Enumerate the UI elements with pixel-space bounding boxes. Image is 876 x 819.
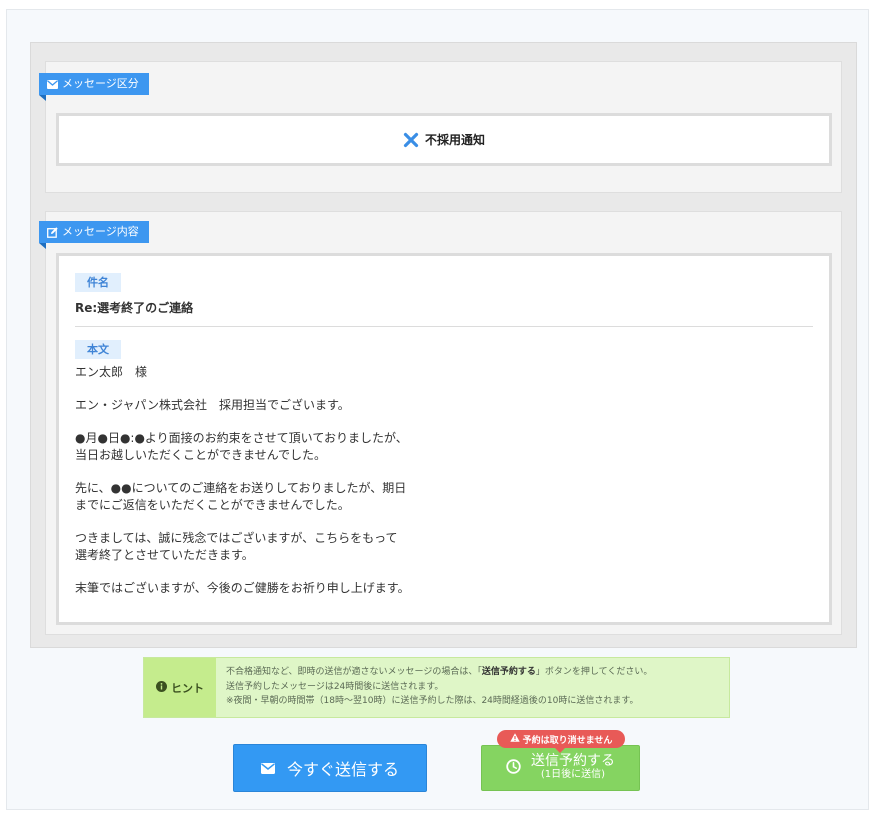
subject-label: 件名	[75, 273, 121, 292]
hint-line-2: 送信予約したメッセージは24時間後に送信されます。	[226, 681, 444, 692]
send-now-label: 今すぐ送信する	[286, 760, 399, 779]
body-paragraph: エン太郎 様	[75, 365, 148, 379]
hint-line-1: 不合格通知など、即時の送信が適さないメッセージの場合は、「送信予約する」ボタンを…	[226, 667, 653, 677]
subject-value: Re:選考終了のご連絡	[75, 301, 194, 315]
hint-text: 不合格通知など、即時の送信が適さないメッセージの場合は、「送信予約する」ボタンを…	[226, 665, 652, 709]
message-kind-option[interactable]: 不採用通知	[56, 113, 832, 166]
message-content-header-label: メッセージ内容	[62, 225, 139, 238]
message-content-header: メッセージ内容	[39, 221, 149, 249]
schedule-warning-badge: 予約は取り消せません	[497, 730, 625, 753]
hint-label: ヒント	[171, 681, 204, 695]
envelope-icon	[47, 79, 58, 89]
message-content-section: メッセージ内容 件名 Re:選考終了のご連絡 本文 エン太郎 様 エン・ジャパン…	[39, 211, 842, 635]
body-paragraph: つきましては、誠に残念ではございますが、こちらをもって 選考終了とさせていただきま…	[75, 531, 398, 562]
message-kind-section: メッセージ区分 不採用通知	[39, 61, 842, 193]
schedule-send-sublabel: (1日後に送信)	[540, 769, 606, 780]
message-form-card: メッセージ区分 不採用通知 メッセージ内容 件名 Re:選考終了のご連絡 本文 …	[30, 42, 857, 648]
warning-triangle-icon	[509, 733, 520, 745]
message-kind-value: 不採用通知	[424, 133, 485, 147]
hint-label-area: ヒント	[144, 658, 216, 717]
body-paragraph: 末筆ではございますが、今後のご健勝をお祈り申し上げます。	[75, 581, 410, 595]
schedule-send-text: 送信予約する (1日後に送信)	[531, 753, 615, 781]
send-now-button[interactable]: 今すぐ送信する	[233, 744, 427, 792]
message-preview: 件名 Re:選考終了のご連絡 本文 エン太郎 様 エン・ジャパン株式会社 採用担…	[56, 253, 832, 625]
x-mark-icon	[403, 132, 419, 148]
message-kind-header-label: メッセージ区分	[62, 77, 139, 90]
divider	[75, 326, 813, 327]
clock-icon	[506, 758, 521, 778]
envelope-icon	[260, 759, 275, 778]
edit-icon	[47, 226, 58, 238]
body-paragraph: 先に、●●についてのご連絡をお送りしておりましたが、期日 までにご返信をいただくこ…	[75, 481, 407, 512]
info-icon	[156, 680, 167, 695]
body-paragraph: ●月●日●:●より面接のお約束をさせて頂いておりましたが、 当日お越しいただくこと…	[75, 431, 408, 462]
schedule-send-label: 送信予約する	[531, 753, 615, 769]
body-text: エン太郎 様 エン・ジャパン株式会社 採用担当でございます。 ●月●日●:●より…	[75, 364, 795, 613]
message-kind-header: メッセージ区分	[39, 73, 149, 101]
body-label: 本文	[75, 340, 121, 359]
hint-line-3: ※夜間・早朝の時間帯（18時～翌10時）に送信予約した際は、24時間経過後の10…	[226, 696, 639, 706]
hint-box: ヒント 不合格通知など、即時の送信が適さないメッセージの場合は、「送信予約する」…	[143, 657, 730, 718]
body-paragraph: エン・ジャパン株式会社 採用担当でございます。	[75, 398, 350, 412]
schedule-warning-text: 予約は取り消せません	[522, 735, 613, 746]
